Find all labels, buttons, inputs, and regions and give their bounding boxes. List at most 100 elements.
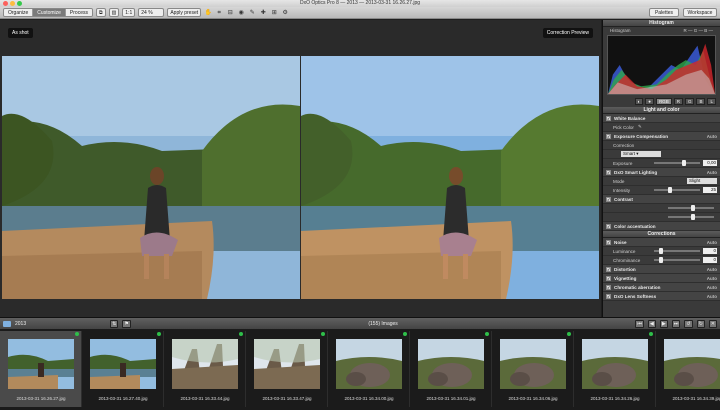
highlight-clip-button[interactable]: ●: [645, 98, 654, 105]
distortion-row[interactable]: ✓ Distortion Auto: [603, 265, 720, 274]
minimize-window-button[interactable]: [10, 1, 15, 6]
zoom-select[interactable]: 24 %: [138, 8, 165, 17]
split-view-button[interactable]: ▥: [108, 8, 120, 17]
channel-r[interactable]: R: [673, 98, 683, 105]
palettes-button[interactable]: Palettes: [649, 8, 679, 17]
tab-process[interactable]: Process: [65, 9, 92, 16]
thumbnail-item[interactable]: 2013-03-31 16.33.44.jpg: [164, 331, 246, 407]
thumbnail-item[interactable]: 2013-03-31 16.26.27.jpg: [0, 331, 82, 407]
luminance-slider-handle[interactable]: [658, 248, 663, 254]
contrast-s2-slider-handle[interactable]: [691, 214, 695, 220]
thumbnail-image[interactable]: [664, 339, 720, 389]
corrected-image[interactable]: [301, 56, 599, 299]
eyedropper-tool-icon[interactable]: ✎: [248, 9, 256, 17]
compare-button[interactable]: ⧉: [95, 8, 106, 17]
thumbnail-image[interactable]: [172, 339, 238, 389]
thumbnail-image[interactable]: [254, 339, 320, 389]
contrast-row[interactable]: ✓ Contrast: [603, 195, 720, 204]
rotate-left-button[interactable]: ↺: [684, 319, 693, 328]
thumbnail-item[interactable]: 2013-03-31 16.34.01.jpg: [410, 331, 492, 407]
previous-image-button[interactable]: ◀: [647, 319, 656, 328]
thumbnail-item[interactable]: 2013-03-31 16.27.40.jpg: [82, 331, 164, 407]
tab-organize[interactable]: Organize: [4, 9, 34, 16]
thumbnail-image[interactable]: [8, 339, 74, 389]
vignetting-row[interactable]: ✓ Vignetting Auto: [603, 274, 720, 283]
smart-lighting-row[interactable]: ✓ DxO Smart Lighting Auto: [603, 168, 720, 177]
next-image-button[interactable]: ▶: [659, 319, 668, 328]
zoom-window-button[interactable]: [17, 1, 22, 6]
intensity-value[interactable]: 25: [703, 187, 717, 193]
thumbnail-item[interactable]: 2013-03-31 16.34.06.jpg: [492, 331, 574, 407]
noise-checkbox[interactable]: ✓: [606, 239, 611, 245]
contrast-s2-slider[interactable]: [668, 214, 714, 220]
contrast-s1-slider[interactable]: [668, 205, 714, 211]
chrominance-value[interactable]: 0: [703, 257, 717, 263]
luminance-value[interactable]: 0: [703, 248, 717, 254]
hand-tool-icon[interactable]: ✋: [204, 9, 212, 17]
color-accent-checkbox[interactable]: ✓: [606, 223, 611, 229]
lens-softness-row[interactable]: ✓ DxO Lens Softness Auto: [603, 292, 720, 301]
crop-tool-icon[interactable]: ⌗: [215, 9, 223, 17]
thumbnail-item[interactable]: 2013-03-31 16.34.00.jpg: [328, 331, 410, 407]
thumbnail-image[interactable]: [418, 339, 484, 389]
settings-tool-icon[interactable]: ⚙: [281, 9, 289, 17]
smart-dropdown[interactable]: Smart ▾: [621, 151, 661, 157]
red-eye-tool-icon[interactable]: ◉: [237, 9, 245, 17]
last-image-button[interactable]: ⏭: [671, 319, 681, 328]
distortion-checkbox[interactable]: ✓: [606, 266, 611, 272]
view-mode-button[interactable]: 1:1: [122, 8, 136, 17]
intensity-slider-handle[interactable]: [667, 187, 672, 193]
shadow-clip-button[interactable]: ◐: [634, 98, 644, 105]
corrections-header[interactable]: Corrections: [603, 231, 720, 238]
contrast-s1-slider-handle[interactable]: [691, 205, 695, 211]
channel-rgb[interactable]: RGB: [655, 98, 672, 105]
horizon-tool-icon[interactable]: ⊟: [226, 9, 234, 17]
exposure-value[interactable]: 0,00: [703, 160, 717, 166]
grid-tool-icon[interactable]: ⊞: [270, 9, 278, 17]
exposure-comp-checkbox[interactable]: ✓: [606, 133, 611, 139]
vignetting-auto-label[interactable]: Auto: [707, 276, 717, 281]
original-image[interactable]: [2, 56, 300, 299]
luminance-slider[interactable]: [654, 248, 700, 254]
thumbnail-image[interactable]: [500, 339, 566, 389]
chromatic-auto-label[interactable]: Auto: [707, 285, 717, 290]
vignetting-checkbox[interactable]: ✓: [606, 275, 611, 281]
thumbnail-item[interactable]: 2013-03-31 16.34.39.jpg: [656, 331, 720, 407]
tab-customize[interactable]: Customize: [33, 9, 66, 16]
chrominance-slider-handle[interactable]: [658, 257, 663, 263]
sort-button[interactable]: ⇅: [110, 319, 119, 328]
smart-lighting-checkbox[interactable]: ✓: [606, 169, 611, 175]
thumbnail-image[interactable]: [336, 339, 402, 389]
filter-button[interactable]: ⚑: [122, 319, 131, 328]
close-window-button[interactable]: [3, 1, 8, 6]
workspace-button[interactable]: Workspace: [683, 8, 717, 17]
lens-softness-auto-label[interactable]: Auto: [707, 294, 717, 299]
intensity-slider[interactable]: [654, 187, 700, 193]
histogram-header[interactable]: Histogram: [603, 20, 720, 27]
chromatic-row[interactable]: ✓ Chromatic aberration Auto: [603, 283, 720, 292]
noise-auto-label[interactable]: Auto: [707, 240, 717, 245]
rotate-right-button[interactable]: ↻: [696, 319, 705, 328]
noise-row[interactable]: ✓ Noise Auto: [603, 238, 720, 247]
light-color-header[interactable]: Light and color: [603, 107, 720, 114]
first-image-button[interactable]: ⏮: [635, 319, 644, 328]
channel-l[interactable]: L: [707, 98, 716, 105]
smart-lighting-auto-label[interactable]: Auto: [707, 170, 717, 175]
thumbnail-image[interactable]: [582, 339, 648, 389]
lens-softness-checkbox[interactable]: ✓: [606, 293, 611, 299]
delete-button[interactable]: ✕: [708, 319, 717, 328]
white-balance-row[interactable]: ✓ White Balance: [603, 114, 720, 123]
contrast-checkbox[interactable]: ✓: [606, 196, 611, 202]
eyedropper-icon[interactable]: ✎: [638, 124, 642, 130]
exposure-slider[interactable]: [654, 160, 700, 166]
repair-tool-icon[interactable]: ✚: [259, 9, 267, 17]
thumbnail-item[interactable]: 2013-03-31 16.34.26.jpg: [574, 331, 656, 407]
mode-dropdown[interactable]: Slight: [687, 178, 717, 184]
channel-b[interactable]: B: [696, 98, 706, 105]
chromatic-checkbox[interactable]: ✓: [606, 284, 611, 290]
channel-g[interactable]: G: [684, 98, 695, 105]
white-balance-checkbox[interactable]: ✓: [606, 115, 611, 121]
distortion-auto-label[interactable]: Auto: [707, 267, 717, 272]
apply-preset-button[interactable]: Apply preset: [167, 8, 202, 17]
exposure-comp-auto-label[interactable]: Auto: [707, 134, 717, 139]
